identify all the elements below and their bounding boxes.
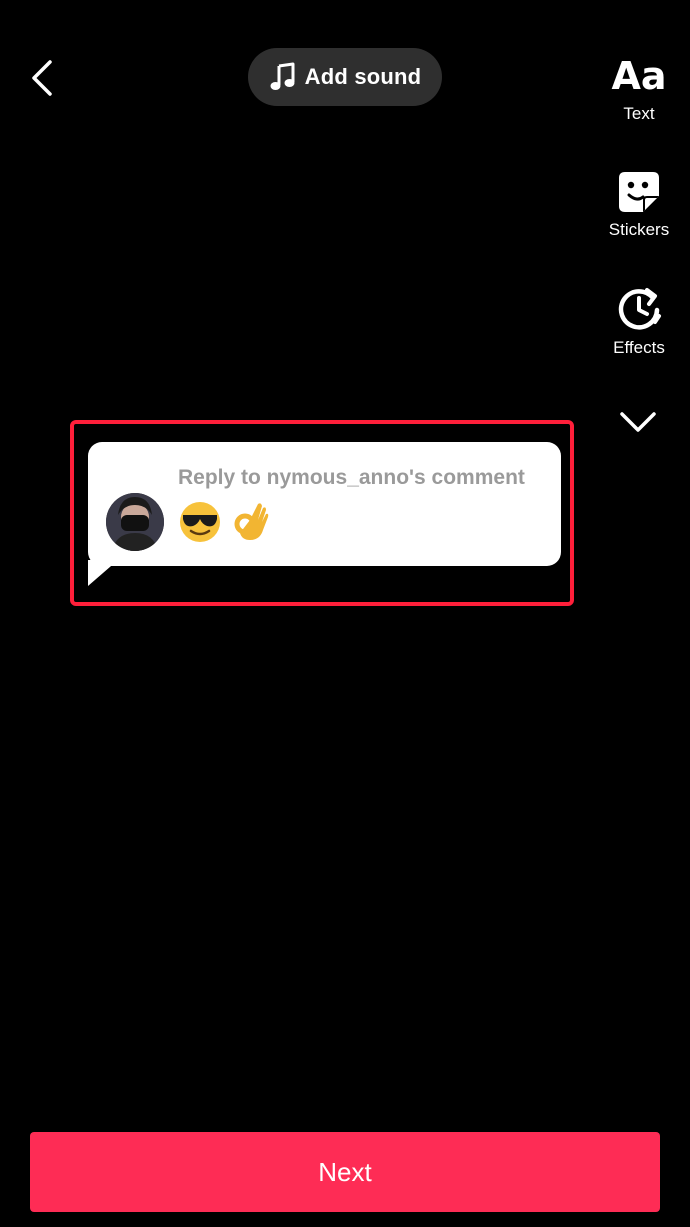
reply-sticker-tail <box>88 560 118 586</box>
add-sound-label: Add sound <box>304 64 422 89</box>
sticker-icon <box>619 172 659 212</box>
sunglasses-face-emoji <box>180 502 220 542</box>
next-button-label: Next <box>318 1156 372 1187</box>
chevron-down-icon <box>620 412 656 432</box>
text-tool[interactable]: Aa Text <box>596 54 682 124</box>
reply-sticker[interactable] <box>88 442 561 566</box>
effects-tool[interactable]: Effects <box>596 284 682 358</box>
add-sound-button[interactable]: Add sound <box>248 48 442 106</box>
reply-title: Reply to nymous_anno's comment <box>178 466 525 489</box>
text-tool-label: Text <box>623 104 655 123</box>
more-tools-button[interactable] <box>618 404 658 440</box>
effects-clock-icon <box>618 288 661 330</box>
music-note-icon <box>270 62 295 90</box>
next-button[interactable]: Next <box>30 1132 660 1212</box>
ok-hand-emoji <box>234 503 269 540</box>
stickers-tool-label: Stickers <box>608 220 670 239</box>
back-button[interactable] <box>26 56 66 100</box>
text-aa-icon: Aa <box>611 54 667 98</box>
chevron-left-icon <box>32 60 52 96</box>
reply-emojis <box>178 500 272 544</box>
stickers-tool[interactable]: Stickers <box>596 170 682 240</box>
effects-tool-label: Effects <box>613 338 665 357</box>
avatar <box>106 493 164 551</box>
